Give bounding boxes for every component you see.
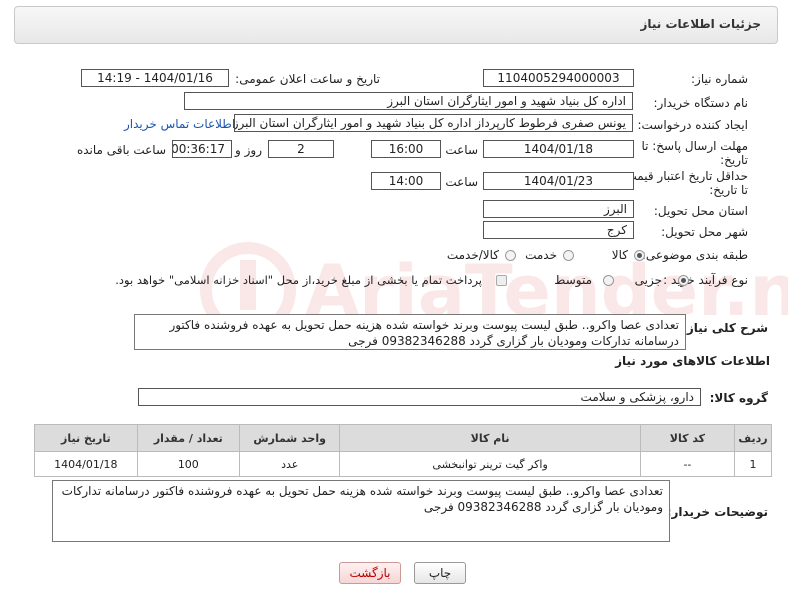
col-name: نام کالا bbox=[339, 424, 641, 452]
buyer-notes-label: توضیحات خریدار: bbox=[666, 505, 768, 519]
announce-datetime-field[interactable]: 1404/01/16 - 14:19 bbox=[81, 69, 229, 87]
category-goods-label: کالا bbox=[611, 248, 628, 262]
col-code: کد کالا bbox=[639, 424, 736, 452]
col-unit: واحد شمارش bbox=[238, 424, 341, 452]
cell-qty: 100 bbox=[136, 451, 240, 477]
process-minor-label: جزیی bbox=[634, 273, 662, 287]
col-qty: تعداد / مقدار bbox=[136, 424, 240, 452]
requester-field[interactable]: یونس صفری فرطوط کارپرداز اداره کل بنیاد … bbox=[234, 114, 633, 132]
print-button[interactable]: چاپ bbox=[414, 562, 466, 584]
category-service-label: خدمت bbox=[525, 248, 557, 262]
description-label: شرح کلی نیاز: bbox=[682, 321, 768, 335]
buyer-org-field[interactable]: اداره کل بنیاد شهید و امور ایثارگران است… bbox=[184, 92, 633, 110]
goods-info-title: اطلاعات کالاهای مورد نیاز bbox=[615, 354, 770, 368]
process-label: نوع فرآیند خرید : bbox=[663, 273, 748, 287]
category-goods-service-radio[interactable] bbox=[505, 250, 516, 261]
validity-date-field[interactable]: 1404/01/23 bbox=[483, 172, 634, 190]
col-date: تاریخ نیاز bbox=[34, 424, 138, 452]
category-goods-service-label: کالا/خدمت bbox=[446, 248, 499, 262]
back-button[interactable]: بازگشت bbox=[339, 562, 401, 584]
province-field[interactable]: البرز bbox=[483, 200, 634, 218]
process-medium-radio[interactable] bbox=[603, 275, 614, 286]
deadline-label-2: تاریخ: bbox=[720, 153, 748, 167]
validity-label-2: تا تاریخ: bbox=[709, 183, 748, 197]
deadline-time-label: ساعت bbox=[445, 143, 478, 157]
cell-name: واکر گیت ترینر توانبخشی bbox=[339, 451, 641, 477]
validity-time-field[interactable]: 14:00 bbox=[371, 172, 441, 190]
city-field[interactable]: کرج bbox=[483, 221, 634, 239]
category-goods-radio[interactable] bbox=[634, 250, 645, 261]
category-service-radio[interactable] bbox=[563, 250, 574, 261]
category-label: طبقه بندی موضوعی: bbox=[641, 248, 748, 262]
buyer-org-label: نام دستگاه خریدار: bbox=[653, 96, 749, 110]
table-header-row: ردیف کد کالا نام کالا واحد شمارش تعداد /… bbox=[34, 424, 772, 452]
page-title: جزئیات اطلاعات نیاز bbox=[640, 17, 761, 31]
need-number-field[interactable]: 1104005294000003 bbox=[483, 69, 634, 87]
need-number-label: شماره نیاز: bbox=[691, 72, 748, 86]
cell-unit: عدد bbox=[238, 451, 341, 477]
details-header-panel: جزئیات اطلاعات نیاز bbox=[14, 6, 778, 44]
remaining-label: ساعت باقی مانده bbox=[76, 143, 166, 157]
deadline-time-field[interactable]: 16:00 bbox=[371, 140, 441, 158]
table-row[interactable]: 1 -- واکر گیت ترینر توانبخشی عدد 100 140… bbox=[34, 451, 772, 477]
validity-time-label: ساعت bbox=[445, 175, 478, 189]
cell-date: 1404/01/18 bbox=[34, 451, 138, 477]
deadline-date-field[interactable]: 1404/01/18 bbox=[483, 140, 634, 158]
province-label: استان محل تحویل: bbox=[653, 204, 748, 218]
buyer-contact-link[interactable]: اطلاعات تماس خریدار bbox=[124, 117, 235, 131]
treasury-note: پرداخت تمام یا بخشی از مبلغ خرید،از محل … bbox=[115, 273, 482, 287]
requester-label: ایجاد کننده درخواست: bbox=[637, 118, 748, 132]
goods-table: ردیف کد کالا نام کالا واحد شمارش تعداد /… bbox=[34, 424, 772, 477]
validity-label: حداقل تاریخ اعتبار قیمت: bbox=[621, 169, 748, 183]
buyer-notes-textarea[interactable]: تعدادی عصا واکرو.. طبق لیست پیوست وبرند … bbox=[52, 480, 670, 542]
announce-label: تاریخ و ساعت اعلان عمومی: bbox=[235, 72, 380, 86]
city-label: شهر محل تحویل: bbox=[661, 225, 748, 239]
goods-group-field[interactable]: دارو، پزشکی و سلامت bbox=[138, 388, 701, 406]
process-minor-radio[interactable] bbox=[678, 275, 689, 286]
col-row: ردیف bbox=[734, 424, 772, 452]
remaining-time-field[interactable]: 00:36:17 bbox=[172, 140, 232, 158]
deadline-days-field[interactable]: 2 bbox=[268, 140, 334, 158]
process-medium-label: متوسط bbox=[554, 273, 592, 287]
goods-group-label: گروه کالا: bbox=[709, 391, 768, 405]
deadline-label: مهلت ارسال پاسخ: تا bbox=[641, 139, 748, 153]
cell-row: 1 bbox=[734, 451, 772, 477]
cell-code: -- bbox=[639, 451, 736, 477]
days-label: روز و bbox=[235, 143, 262, 157]
treasury-checkbox[interactable] bbox=[496, 275, 507, 286]
description-textarea[interactable]: تعدادی عصا واکرو.. طبق لیست پیوست وبرند … bbox=[134, 314, 686, 350]
